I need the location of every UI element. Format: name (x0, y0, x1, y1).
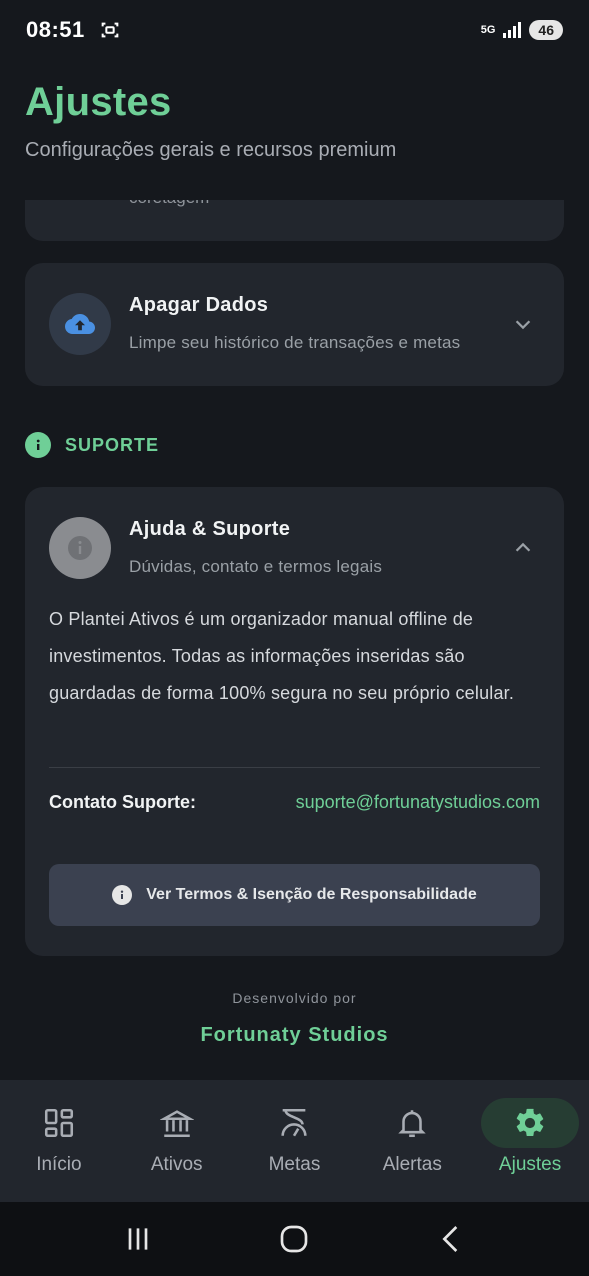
developed-by-label: Desenvolvido por (232, 990, 357, 1006)
status-bar: 08:51 5G 46 (0, 0, 589, 60)
nav-label: Início (36, 1154, 82, 1175)
info-icon (25, 432, 51, 458)
battery-level: 46 (529, 20, 563, 40)
signal-icon (503, 22, 522, 38)
gear-icon (516, 1108, 544, 1137)
home-icon[interactable] (278, 1223, 310, 1255)
recent-apps-icon[interactable] (122, 1223, 154, 1255)
partial-card-text: coretagem (129, 200, 209, 208)
cloud-upload-icon (49, 293, 111, 355)
bell-icon (398, 1110, 426, 1138)
info-icon (49, 517, 111, 579)
divider (49, 767, 540, 768)
ajuda-suporte-card[interactable]: Ajuda & Suporte Dúvidas, contato e termo… (25, 487, 564, 956)
screenshot-icon (101, 22, 119, 38)
brand-name: Fortunaty Studios (200, 1024, 389, 1046)
nav-label: Ajustes (498, 1154, 562, 1175)
bottom-nav: Início Ativos Metas Alertas Ajustes (0, 1080, 589, 1202)
ajuda-suporte-subtitle: Dúvidas, contato e termos legais (129, 557, 383, 576)
settings-scroll-area[interactable]: coretagem Apagar Dados Limpe seu históri… (0, 200, 589, 1080)
terms-button[interactable]: Ver Termos & Isenção de Responsabilidade (49, 864, 540, 926)
system-nav-bar (0, 1202, 589, 1276)
nav-label: Metas (268, 1154, 321, 1175)
nav-label: Ativos (150, 1154, 203, 1175)
back-icon[interactable] (435, 1223, 467, 1255)
dashboard-icon (44, 1108, 73, 1138)
chevron-up-icon[interactable] (512, 537, 534, 559)
section-header-suporte: SUPORTE (25, 432, 159, 458)
app-description: O Plantei Ativos é um organizador manual… (49, 609, 515, 703)
apagar-dados-card[interactable]: Apagar Dados Limpe seu histórico de tran… (25, 263, 564, 386)
contact-label: Contato Suporte: (49, 792, 196, 812)
terms-button-label: Ver Termos & Isenção de Responsabilidade (146, 886, 477, 903)
nav-item-ajustes[interactable]: Ajustes (471, 1080, 589, 1202)
info-icon (112, 885, 133, 905)
apagar-dados-subtitle: Limpe seu histórico de transações e meta… (129, 333, 461, 352)
goal-icon (281, 1108, 308, 1137)
nav-item-alertas[interactable]: Alertas (353, 1080, 471, 1202)
apagar-dados-title: Apagar Dados (129, 294, 269, 316)
network-type: 5G (480, 24, 496, 36)
ajuda-suporte-title: Ajuda & Suporte (129, 518, 291, 540)
page-title: Ajustes (25, 80, 172, 124)
status-time: 08:51 (26, 17, 85, 42)
bank-icon (159, 1110, 194, 1138)
nav-item-metas[interactable]: Metas (236, 1080, 354, 1202)
nav-label: Alertas (382, 1154, 442, 1175)
partial-settings-card[interactable]: coretagem (25, 200, 564, 241)
support-email-link[interactable]: suporte@fortunatystudios.com (296, 792, 540, 813)
nav-item-inicio[interactable]: Início (0, 1080, 118, 1202)
page-header: Ajustes Configurações gerais e recursos … (25, 80, 396, 162)
chevron-down-icon[interactable] (512, 313, 534, 335)
section-label: SUPORTE (65, 434, 160, 455)
nav-item-ativos[interactable]: Ativos (118, 1080, 236, 1202)
page-subtitle: Configurações gerais e recursos premium (25, 139, 397, 161)
